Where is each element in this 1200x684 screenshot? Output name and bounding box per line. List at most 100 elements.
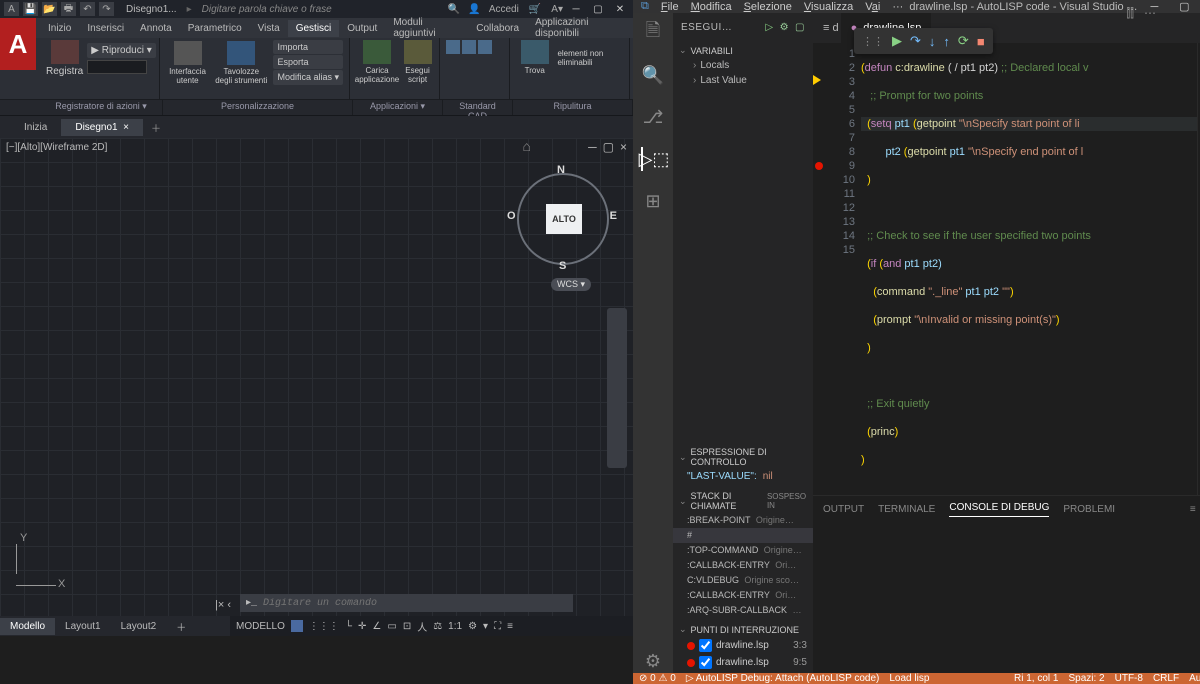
home-icon[interactable]: ⌂ bbox=[523, 138, 531, 154]
menu-file[interactable]: File bbox=[655, 1, 685, 13]
explorer-icon[interactable]: 🗎 bbox=[641, 21, 665, 45]
run-script-button[interactable]: Esegui script bbox=[402, 40, 433, 84]
ribbon-tab-annota[interactable]: Annota bbox=[132, 20, 180, 37]
ribbon-tab-inizio[interactable]: Inizio bbox=[40, 20, 79, 37]
status-encoding[interactable]: UTF-8 bbox=[1115, 673, 1143, 684]
line-number[interactable]: 12 bbox=[827, 201, 855, 215]
status-cursor-pos[interactable]: Ri 1, col 1 bbox=[1014, 673, 1058, 684]
status-eol[interactable]: CRLF bbox=[1153, 673, 1179, 684]
line-number[interactable]: 1 bbox=[827, 47, 855, 61]
restart-icon[interactable]: ⟳ bbox=[958, 33, 969, 49]
line-number[interactable]: 7 bbox=[827, 131, 855, 145]
ribbon-tab-vista[interactable]: Vista bbox=[250, 20, 288, 37]
bp-checkbox[interactable] bbox=[699, 656, 712, 669]
line-number[interactable]: 14 bbox=[827, 229, 855, 243]
qat-undo-icon[interactable]: ↶ bbox=[80, 2, 95, 16]
breakpoint-item[interactable]: drawline.lsp9:5 bbox=[673, 654, 813, 671]
line-number[interactable]: 4 bbox=[827, 89, 855, 103]
export-button[interactable]: Esporta bbox=[273, 55, 343, 69]
debug-console-body[interactable] bbox=[813, 522, 1200, 673]
section-callstack[interactable]: STACK DI CHIAMATE SOSPESO IN bbox=[673, 489, 813, 513]
status-debug-target[interactable]: ▷ AutoLISP Debug: Attach (AutoLISP code) bbox=[686, 673, 880, 684]
line-number[interactable]: 9 bbox=[827, 159, 855, 173]
autocad-logo[interactable]: A bbox=[0, 18, 36, 70]
cmdline-close-icon[interactable]: |× ‹ bbox=[215, 599, 231, 611]
line-number[interactable]: 5 bbox=[827, 103, 855, 117]
signin-label[interactable]: Accedi bbox=[489, 4, 519, 15]
qat-print-icon[interactable]: 🖶 bbox=[61, 2, 76, 16]
debug-console-icon[interactable]: ▢ bbox=[795, 22, 805, 33]
viewcube-east[interactable]: E bbox=[610, 210, 617, 222]
panel-tab-output[interactable]: OUTPUT bbox=[823, 504, 864, 515]
cad-std-icon-3[interactable] bbox=[478, 40, 492, 54]
status-snap-icon[interactable]: ⋮⋮⋮ bbox=[309, 621, 339, 632]
status-customize-icon[interactable]: ≡ bbox=[507, 621, 513, 632]
stack-frame[interactable]: C:VLDEBUG Origine sco… bbox=[673, 573, 813, 588]
search-placeholder[interactable]: Digitare parola chiave o frase bbox=[202, 4, 438, 15]
line-number[interactable]: 2 bbox=[827, 61, 855, 75]
step-out-icon[interactable]: ↑ bbox=[943, 34, 950, 49]
viewcube-west[interactable]: O bbox=[507, 210, 516, 222]
line-number[interactable]: 6 bbox=[827, 117, 855, 131]
status-gear-icon[interactable]: ⚙ bbox=[468, 621, 477, 632]
settings-gear-icon[interactable]: ⚙ bbox=[641, 649, 665, 673]
section-watch[interactable]: ESPRESSIONE DI CONTROLLO bbox=[673, 445, 813, 469]
section-variables[interactable]: VARIABILI bbox=[673, 43, 813, 58]
ribbon-tab-parametrico[interactable]: Parametrico bbox=[180, 20, 250, 37]
split-editor-icon[interactable]: ⫿⫿ bbox=[1126, 6, 1134, 21]
cui-button[interactable]: Interfaccia utente bbox=[166, 41, 209, 85]
vp-close-icon[interactable]: × bbox=[620, 140, 627, 154]
debug-toolbar[interactable]: ⋮⋮ ▶ ↷ ↓ ↑ ⟳ ■ bbox=[854, 28, 993, 54]
viewcube-face[interactable]: ALTO bbox=[546, 204, 582, 234]
stack-frame[interactable]: :BREAK-POINT Origine… bbox=[673, 513, 813, 528]
find-button[interactable]: Trova bbox=[516, 40, 553, 75]
status-grid-icon[interactable] bbox=[291, 620, 303, 632]
status-annoscale-icon[interactable]: ⚖ bbox=[433, 621, 442, 632]
viewcube-north[interactable]: N bbox=[557, 164, 565, 176]
status-more-icon[interactable]: ▾ bbox=[483, 621, 488, 632]
panel-title-recorder[interactable]: Registratore di azioni ▾ bbox=[40, 100, 163, 115]
status-scale[interactable]: 1:1 bbox=[448, 621, 462, 632]
section-breakpoints[interactable]: PUNTI DI INTERRUZIONE bbox=[673, 622, 813, 637]
start-debug-icon[interactable]: ▷ bbox=[765, 22, 773, 33]
stack-frame[interactable]: :TOP-COMMAND Origine… bbox=[673, 543, 813, 558]
qat-open-icon[interactable]: 📂 bbox=[42, 2, 57, 16]
panel-title-apps[interactable]: Applicazioni ▾ bbox=[353, 100, 443, 115]
action-name-input[interactable] bbox=[87, 60, 147, 74]
bp-checkbox[interactable] bbox=[699, 639, 712, 652]
new-tab-button[interactable]: ＋ bbox=[143, 120, 169, 135]
line-number[interactable]: 10 bbox=[827, 173, 855, 187]
layout-model[interactable]: Modello bbox=[0, 618, 55, 635]
ribbon-tab-gestisci[interactable]: Gestisci bbox=[288, 20, 340, 37]
panel-filter-icon[interactable]: ≡ bbox=[1190, 504, 1196, 515]
line-number[interactable]: 11 bbox=[827, 187, 855, 201]
line-number[interactable]: 13 bbox=[827, 215, 855, 229]
command-line[interactable]: ▸_ bbox=[240, 594, 573, 612]
viewcube-south[interactable]: S bbox=[559, 260, 566, 272]
user-icon[interactable]: 👤 bbox=[468, 4, 480, 15]
vp-minimize-icon[interactable]: ─ bbox=[588, 140, 597, 154]
status-ortho-icon[interactable]: └ bbox=[345, 621, 352, 632]
load-app-button[interactable]: Carica applicazione bbox=[356, 40, 398, 84]
status-lwt-icon[interactable]: ▭ bbox=[387, 621, 396, 632]
viewport[interactable]: [−][Alto][Wireframe 2D] ─ ▢ × ⌂ N S E O … bbox=[0, 138, 633, 616]
status-iso-icon[interactable]: 人 bbox=[417, 619, 427, 634]
more-editor-icon[interactable]: ⋯ bbox=[1144, 6, 1156, 21]
status-indent[interactable]: Spazi: 2 bbox=[1068, 673, 1104, 684]
app-icon[interactable]: A▾ bbox=[551, 4, 563, 15]
stack-frame[interactable]: :ARQ-SUBR-CALLBACK … bbox=[673, 603, 813, 618]
viewport-label[interactable]: [−][Alto][Wireframe 2D] bbox=[6, 142, 107, 153]
status-language[interactable]: AutoLISP bbox=[1189, 673, 1200, 684]
drag-handle-icon[interactable]: ⋮⋮ bbox=[862, 35, 884, 48]
tab-drawing[interactable]: Disegno1 × bbox=[61, 119, 143, 136]
status-tsp-icon[interactable]: ⊡ bbox=[403, 621, 411, 632]
ribbon-tab-inserisci[interactable]: Inserisci bbox=[79, 20, 132, 37]
search-icon[interactable]: 🔍 bbox=[448, 4, 460, 15]
vsc-maximize-icon[interactable]: ▢ bbox=[1169, 0, 1199, 13]
debug-icon[interactable]: ▷⬚ bbox=[641, 147, 665, 171]
menu-view[interactable]: Visualizza bbox=[798, 1, 859, 13]
cad-std-icon-2[interactable] bbox=[462, 40, 476, 54]
palettes-button[interactable]: Tavolozze degli strumenti bbox=[215, 41, 267, 85]
cad-std-icon[interactable] bbox=[446, 40, 460, 54]
menu-more[interactable]: ··· bbox=[886, 1, 909, 13]
